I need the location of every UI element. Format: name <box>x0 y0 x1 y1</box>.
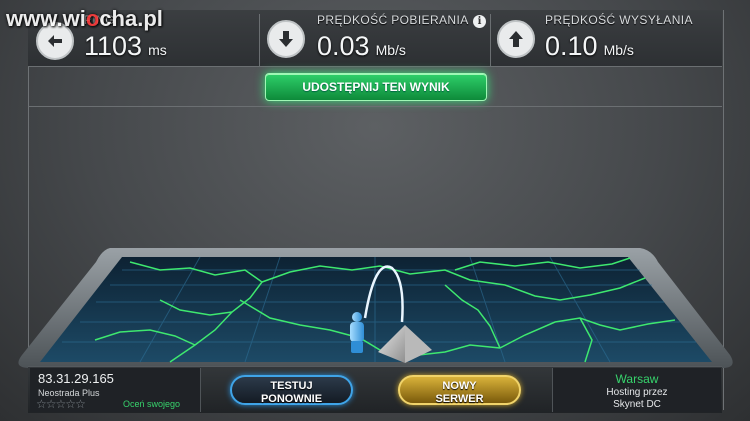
star-icon[interactable]: ☆ <box>36 397 47 411</box>
rating-stars[interactable]: ☆☆☆☆☆ <box>36 397 86 411</box>
retest-label-line1: TESTUJ <box>270 380 313 392</box>
retest-button[interactable]: TESTUJ PONOWNIE <box>230 375 353 405</box>
retest-label-line2: PONOWNIE <box>260 393 323 405</box>
map-floor <box>40 257 712 362</box>
rate-isp-link[interactable]: Oceń swojego <box>123 399 180 409</box>
star-icon[interactable]: ☆ <box>65 397 76 411</box>
server-info-panel: Warsaw Hosting przez Skynet DC <box>552 368 721 412</box>
server-hosting-line2: Skynet DC <box>613 399 661 410</box>
client-ip: 83.31.29.165 <box>38 371 114 386</box>
map-stage <box>18 248 733 368</box>
star-icon[interactable]: ☆ <box>46 397 57 411</box>
new-server-label-line2: SERWER <box>435 393 484 405</box>
star-icon[interactable]: ☆ <box>75 397 86 411</box>
star-icon[interactable]: ☆ <box>56 397 67 411</box>
server-city[interactable]: Warsaw <box>553 372 721 386</box>
client-info-panel: 83.31.29.165 Neostrada Plus ☆☆☆☆☆ Oceń s… <box>30 368 201 412</box>
server-hosting-line1: Hosting przez <box>606 387 668 398</box>
new-server-label-line1: NOWY <box>442 380 477 392</box>
new-server-button[interactable]: NOWY SERWER <box>398 375 521 405</box>
